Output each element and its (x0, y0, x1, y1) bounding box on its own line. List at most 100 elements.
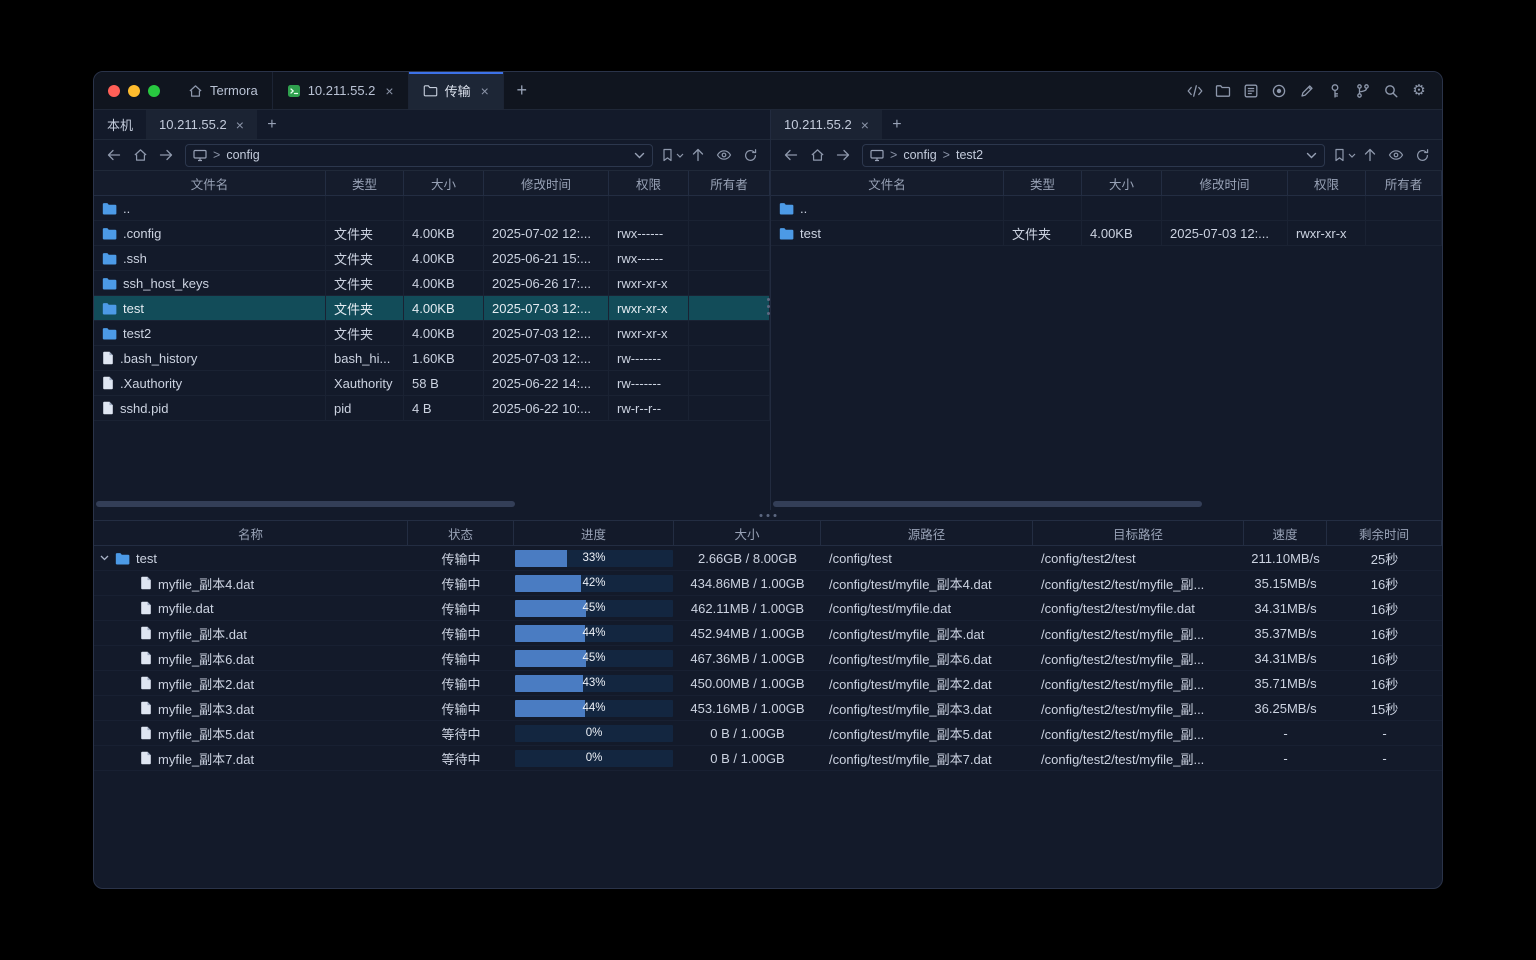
search-icon[interactable] (1380, 80, 1402, 102)
transfer-remaining-time: 16秒 (1327, 646, 1442, 670)
column-header-item[interactable]: 权限 (1288, 171, 1366, 195)
splitter-grip-icon[interactable] (760, 514, 777, 517)
horizontal-scrollbar[interactable] (96, 501, 515, 507)
file-tab-item[interactable]: 本机 (94, 110, 146, 139)
column-header-item[interactable]: 修改时间 (1162, 171, 1288, 195)
new-file-tab-button[interactable]: + (257, 110, 287, 139)
transfer-row[interactable]: myfile.dat传输中45%462.11MB / 1.00GB/config… (94, 596, 1442, 621)
file-type: Xauthority (326, 371, 404, 395)
breadcrumb-segment-config[interactable]: config (226, 148, 259, 162)
edit-icon[interactable] (1296, 80, 1318, 102)
bookmark-icon[interactable] (1332, 143, 1356, 167)
column-header-item[interactable]: 大小 (1082, 171, 1162, 195)
transfer-column-header-item[interactable]: 源路径 (821, 521, 1033, 545)
file-row[interactable]: sshd.pidpid4 B2025-06-22 10:...rw-r--r-- (94, 396, 770, 421)
file-row[interactable]: .. (94, 196, 770, 221)
app-tab-host-10-211-55-2[interactable]: 10.211.55.2× (273, 72, 409, 109)
file-row[interactable]: .XauthorityXauthority58 B2025-06-22 14:.… (94, 371, 770, 396)
file-permissions: rwxr-xr-x (609, 296, 689, 320)
close-tab-icon[interactable]: × (481, 84, 489, 98)
home-icon[interactable] (805, 143, 829, 167)
splitter-grip-icon[interactable] (767, 298, 770, 315)
app-tab-transfer[interactable]: 传输× (409, 72, 504, 109)
transfer-row[interactable]: myfile_副本7.dat等待中0%0 B / 1.00GB/config/t… (94, 746, 1442, 771)
file-row[interactable]: .. (771, 196, 1442, 221)
new-file-tab-button[interactable]: + (882, 110, 912, 139)
forward-icon[interactable] (831, 143, 855, 167)
close-tab-icon[interactable]: × (236, 118, 244, 132)
record-icon[interactable] (1268, 80, 1290, 102)
expand-chevron-icon[interactable] (100, 555, 109, 561)
settings-icon[interactable]: ⚙ (1408, 80, 1430, 102)
file-row[interactable]: test2文件夹4.00KB2025-07-03 12:...rwxr-xr-x (94, 321, 770, 346)
transfer-row[interactable]: myfile_副本3.dat传输中44%453.16MB / 1.00GB/co… (94, 696, 1442, 721)
column-header-item[interactable]: 文件名 (94, 171, 326, 195)
transfer-column-header-item[interactable]: 目标路径 (1033, 521, 1244, 545)
close-tab-icon[interactable]: × (385, 84, 393, 98)
transfer-row[interactable]: myfile_副本.dat传输中44%452.94MB / 1.00GB/con… (94, 621, 1442, 646)
transfer-row[interactable]: myfile_副本5.dat等待中0%0 B / 1.00GB/config/t… (94, 721, 1442, 746)
back-icon[interactable] (102, 143, 126, 167)
transfer-row[interactable]: myfile_副本4.dat传输中42%434.86MB / 1.00GB/co… (94, 571, 1442, 596)
file-row[interactable]: test文件夹4.00KB2025-07-03 12:...rwxr-xr-x (771, 221, 1442, 246)
file-row[interactable]: .bash_historybash_hi...1.60KB2025-07-03 … (94, 346, 770, 371)
transfer-column-header-item[interactable]: 名称 (94, 521, 408, 545)
file-row[interactable]: .config文件夹4.00KB2025-07-02 12:...rwx----… (94, 221, 770, 246)
transfer-column-header-item[interactable]: 剩余时间 (1327, 521, 1442, 545)
zoom-window-button[interactable] (148, 85, 160, 97)
transfer-column-header-item[interactable]: 进度 (514, 521, 674, 545)
column-header-item[interactable]: 文件名 (771, 171, 1004, 195)
file-tab-10-211-55-2[interactable]: 10.211.55.2× (771, 110, 882, 139)
column-header-item[interactable]: 权限 (609, 171, 689, 195)
column-header-item[interactable]: 类型 (1004, 171, 1082, 195)
transfer-column-header-item[interactable]: 状态 (408, 521, 514, 545)
transfer-row[interactable]: myfile_副本6.dat传输中45%467.36MB / 1.00GB/co… (94, 646, 1442, 671)
column-header-item[interactable]: 所有者 (689, 171, 770, 195)
chevron-down-icon[interactable] (1306, 152, 1317, 159)
file-row[interactable]: .ssh文件夹4.00KB2025-06-21 15:...rwx------ (94, 246, 770, 271)
forward-icon[interactable] (154, 143, 178, 167)
folder-icon[interactable] (1212, 80, 1234, 102)
file-modified (484, 196, 609, 220)
transfer-splitter[interactable] (94, 510, 1442, 520)
close-window-button[interactable] (108, 85, 120, 97)
key-icon[interactable] (1324, 80, 1346, 102)
breadcrumb-segment-test2[interactable]: test2 (956, 148, 983, 162)
up-icon[interactable] (686, 143, 710, 167)
column-header-item[interactable]: 大小 (404, 171, 484, 195)
chevron-down-icon[interactable] (634, 152, 645, 159)
eye-icon[interactable] (712, 143, 736, 167)
log-icon[interactable] (1240, 80, 1262, 102)
titlebar-toolbar: ⚙ (1184, 72, 1442, 109)
transfer-column-header-item[interactable]: 速度 (1244, 521, 1327, 545)
column-header-item[interactable]: 所有者 (1366, 171, 1442, 195)
transfer-row[interactable]: test传输中33%2.66GB / 8.00GB/config/test/co… (94, 546, 1442, 571)
close-tab-icon[interactable]: × (861, 118, 869, 132)
refresh-icon[interactable] (1410, 143, 1434, 167)
file-row[interactable]: test文件夹4.00KB2025-07-03 12:...rwxr-xr-x (94, 296, 770, 321)
code-icon[interactable] (1184, 80, 1206, 102)
new-tab-button[interactable]: + (504, 72, 540, 109)
bookmark-icon[interactable] (660, 143, 684, 167)
transfer-row[interactable]: myfile_副本2.dat传输中43%450.00MB / 1.00GB/co… (94, 671, 1442, 696)
minimize-window-button[interactable] (128, 85, 140, 97)
progress-percent: 0% (515, 750, 673, 767)
path-bar[interactable]: >config (185, 144, 653, 167)
app-tab-termora[interactable]: Termora (174, 72, 273, 109)
path-bar[interactable]: >config>test2 (862, 144, 1325, 167)
transfer-speed: 34.31MB/s (1244, 646, 1327, 670)
horizontal-scrollbar[interactable] (773, 501, 1202, 507)
column-header-item[interactable]: 类型 (326, 171, 404, 195)
up-icon[interactable] (1358, 143, 1382, 167)
file-row[interactable]: ssh_host_keys文件夹4.00KB2025-06-26 17:...r… (94, 271, 770, 296)
home-icon[interactable] (128, 143, 152, 167)
back-icon[interactable] (779, 143, 803, 167)
file-tab-10-211-55-2[interactable]: 10.211.55.2× (146, 110, 257, 139)
eye-icon[interactable] (1384, 143, 1408, 167)
breadcrumb-segment-config[interactable]: config (903, 148, 936, 162)
transfer-column-header-item[interactable]: 大小 (674, 521, 821, 545)
branch-icon[interactable] (1352, 80, 1374, 102)
refresh-icon[interactable] (738, 143, 762, 167)
transfer-progress-cell: 45% (514, 596, 674, 620)
column-header-item[interactable]: 修改时间 (484, 171, 609, 195)
